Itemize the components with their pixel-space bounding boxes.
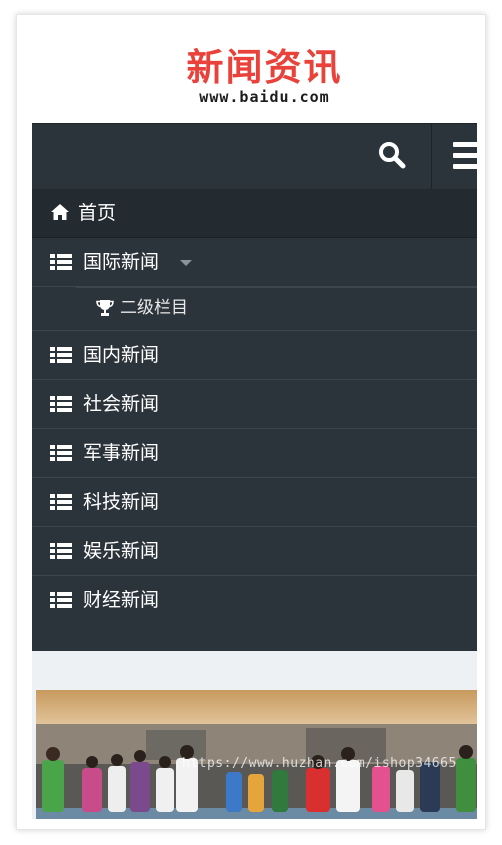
- nav-item-label: 国际新闻: [83, 251, 160, 273]
- menu-toggle-button[interactable]: [453, 140, 477, 174]
- list-icon: [50, 254, 72, 270]
- nav-item-label: 财经新闻: [83, 589, 160, 611]
- nav-item-entertainment[interactable]: 娱乐新闻: [32, 527, 477, 576]
- list-icon: [50, 494, 72, 510]
- dropdown-caret-icon: [180, 260, 192, 266]
- subitem-separator: [76, 287, 477, 288]
- nav-item-label: 军事新闻: [83, 442, 160, 464]
- hamburger-menu-icon: [453, 142, 477, 169]
- toolbar-divider: [431, 124, 432, 190]
- search-icon: [379, 142, 406, 169]
- site-logo-title[interactable]: 新闻资讯: [32, 46, 477, 90]
- list-icon: [50, 396, 72, 412]
- top-toolbar: [32, 123, 477, 190]
- nav-item-military[interactable]: 军事新闻: [32, 429, 477, 478]
- nav-item-finance[interactable]: 财经新闻: [32, 576, 477, 625]
- logo-header: 新闻资讯 www.baidu.com: [32, 26, 477, 123]
- list-icon: [50, 445, 72, 461]
- list-icon: [50, 543, 72, 559]
- photo-watermark: https://www.huzhan.com/ishop34665: [182, 756, 457, 771]
- news-photo-image: [36, 690, 477, 819]
- list-icon: [50, 592, 72, 608]
- nav-item-technology[interactable]: 科技新闻: [32, 478, 477, 527]
- nav-item-home[interactable]: 首页: [32, 189, 477, 238]
- side-nav: 首页 国际新闻 二级栏目 国内新闻 社会新闻 军事新闻 科技新闻 娱乐新闻 财经…: [32, 189, 477, 651]
- nav-item-society[interactable]: 社会新闻: [32, 380, 477, 429]
- nav-item-domestic[interactable]: 国内新闻: [32, 331, 477, 380]
- nav-item-international[interactable]: 国际新闻: [32, 238, 477, 287]
- nav-item-label: 娱乐新闻: [83, 540, 160, 562]
- news-photo[interactable]: https://www.huzhan.com/ishop34665: [36, 690, 477, 819]
- nav-item-label: 社会新闻: [83, 393, 160, 415]
- nav-subitem-secondary[interactable]: 二级栏目: [32, 287, 477, 331]
- home-icon: [51, 204, 69, 220]
- nav-item-label: 首页: [78, 202, 117, 224]
- search-button[interactable]: [377, 140, 411, 174]
- list-icon: [50, 347, 72, 363]
- subitem-label: 二级栏目: [120, 298, 188, 318]
- mobile-screen: 新闻资讯 www.baidu.com 首页 国际新闻 二级栏目 国内新闻 社会新…: [32, 26, 477, 819]
- nav-item-label: 科技新闻: [83, 491, 160, 513]
- site-logo-url: www.baidu.com: [199, 88, 330, 106]
- trophy-icon: [96, 300, 114, 316]
- nav-item-label: 国内新闻: [83, 344, 160, 366]
